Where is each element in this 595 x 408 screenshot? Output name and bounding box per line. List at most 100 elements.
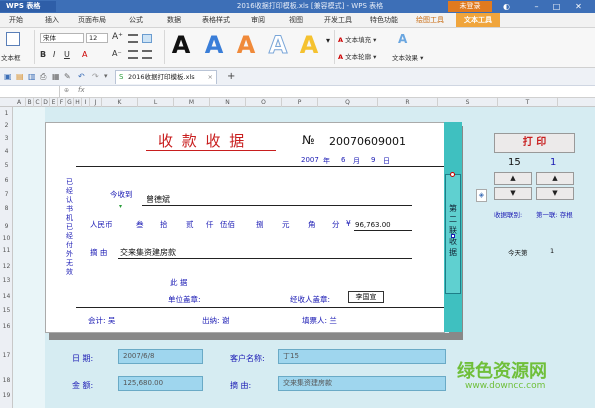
align-center-icon[interactable] <box>142 50 152 59</box>
new-tab-icon[interactable]: + <box>227 71 235 82</box>
row-header-5[interactable]: 5 <box>0 162 13 169</box>
wordart-style-5[interactable]: A <box>298 31 320 59</box>
column-header-g[interactable]: G <box>66 98 74 107</box>
italic-button[interactable]: I <box>53 50 55 59</box>
column-header-k[interactable]: K <box>102 98 138 107</box>
wordart-style-1[interactable]: A <box>170 31 192 59</box>
row-header-19[interactable]: 19 <box>0 392 13 399</box>
menu-view[interactable]: 视图 <box>282 13 310 27</box>
row-header-3[interactable]: 3 <box>0 135 13 142</box>
column-header-a[interactable]: A <box>13 98 26 107</box>
open-file-icon[interactable]: ▤ <box>16 72 24 81</box>
menu-start[interactable]: 开始 <box>2 13 30 27</box>
font-grow-icon[interactable]: A⁺ <box>112 32 123 42</box>
row-header-4[interactable]: 4 <box>0 148 13 155</box>
wordart-style-2[interactable]: A <box>203 31 225 59</box>
menu-review[interactable]: 审阅 <box>244 13 272 27</box>
row-header-7[interactable]: 7 <box>0 191 13 198</box>
save-icon[interactable]: ▥ <box>28 72 36 81</box>
close-icon[interactable]: ✕ <box>572 1 585 12</box>
wordart-style-3[interactable]: A <box>235 31 257 59</box>
menu-special[interactable]: 特色功能 <box>364 13 404 27</box>
app-menu-button[interactable]: WPS 表格 <box>0 1 56 12</box>
print-icon[interactable]: ⎙ <box>40 72 46 82</box>
maximize-icon[interactable]: □ <box>550 1 563 12</box>
menu-page-layout[interactable]: 页面布局 <box>72 13 112 27</box>
print-button[interactable]: 打 印 <box>494 133 575 153</box>
textbox-icon[interactable] <box>6 32 20 46</box>
column-header-n[interactable]: N <box>210 98 246 107</box>
column-header-t[interactable]: T <box>498 98 558 107</box>
font-name-select[interactable]: 宋体 <box>40 33 84 43</box>
resize-handle-icon[interactable] <box>451 234 455 238</box>
column-header-b[interactable]: B <box>26 98 34 107</box>
row-header-13[interactable]: 13 <box>0 277 13 284</box>
rotate-handle-icon[interactable] <box>450 172 455 177</box>
text-outline-button[interactable]: A 文本轮廓 ▾ <box>338 51 376 61</box>
column-header-c[interactable]: C <box>34 98 42 107</box>
row-header-6[interactable]: 6 <box>0 177 13 184</box>
row-header-8[interactable]: 8 <box>0 205 13 212</box>
column-header-s[interactable]: S <box>438 98 498 107</box>
row-header-12[interactable]: 12 <box>0 263 13 270</box>
login-button[interactable]: 未登录 <box>448 1 492 12</box>
row-header-18[interactable]: 18 <box>0 377 13 384</box>
fx-icon[interactable]: fx <box>78 86 85 94</box>
gallery-expand-icon[interactable]: ▾ <box>326 36 330 45</box>
row-header-11[interactable]: 11 <box>0 247 13 254</box>
menu-formula[interactable]: 公式 <box>122 13 150 27</box>
row-header-10[interactable]: 10 <box>0 235 13 242</box>
column-header-q[interactable]: Q <box>318 98 378 107</box>
menu-table-style[interactable]: 表格样式 <box>196 13 236 27</box>
redo-icon[interactable]: ↷ <box>92 72 99 81</box>
wordart-style-4[interactable]: A <box>267 31 289 60</box>
column-header-l[interactable]: L <box>138 98 174 107</box>
menu-text-tools[interactable]: 文本工具 <box>456 13 500 27</box>
qat-dropdown-icon[interactable]: ▾ <box>104 72 108 80</box>
close-tab-icon[interactable]: × <box>208 71 213 84</box>
layout-options-icon[interactable]: ◈ <box>476 189 487 202</box>
form-date-input[interactable]: 2007/6/8 <box>118 349 203 364</box>
align-top-icon[interactable] <box>128 34 138 43</box>
align-left-icon[interactable] <box>128 50 138 59</box>
column-header-i[interactable]: I <box>82 98 90 107</box>
text-effect-button[interactable]: 文本效果 ▾ <box>392 52 423 62</box>
text-fill-button[interactable]: A 文本填充 ▾ <box>338 34 376 44</box>
column-header-j[interactable]: J <box>90 98 102 107</box>
formula-input[interactable] <box>95 86 595 97</box>
column-header-r[interactable]: R <box>378 98 438 107</box>
bold-button[interactable]: B <box>40 50 46 59</box>
row-header-16[interactable]: 16 <box>0 323 13 330</box>
copies-down-button[interactable]: ▼ <box>494 187 532 200</box>
align-middle-icon[interactable] <box>142 34 152 43</box>
page-up-button[interactable]: ▲ <box>536 172 574 185</box>
underline-button[interactable]: U <box>64 50 70 59</box>
form-amount-input[interactable]: 125,680.00 <box>118 376 203 391</box>
column-header-p[interactable]: P <box>282 98 318 107</box>
format-painter-icon[interactable]: ✎ <box>64 72 71 81</box>
font-size-select[interactable]: 12 <box>86 33 108 43</box>
row-header-1[interactable]: 1 <box>0 110 13 117</box>
form-reason-input[interactable]: 交来集资建房款 <box>278 376 446 391</box>
skin-icon[interactable]: ◐ <box>500 1 513 12</box>
menu-data[interactable]: 数据 <box>160 13 188 27</box>
row-header-9[interactable]: 9 <box>0 223 13 230</box>
menu-insert[interactable]: 插入 <box>38 13 66 27</box>
column-header-o[interactable]: O <box>246 98 282 107</box>
column-header-m[interactable]: M <box>174 98 210 107</box>
preview-icon[interactable]: ▦ <box>52 72 60 81</box>
undo-icon[interactable]: ↶ <box>78 72 85 81</box>
column-header-h[interactable]: H <box>74 98 82 107</box>
column-header-d[interactable]: D <box>42 98 50 107</box>
row-header-15[interactable]: 15 <box>0 307 13 314</box>
font-color-button[interactable]: A <box>82 50 87 59</box>
name-box[interactable] <box>0 86 60 97</box>
new-file-icon[interactable]: ▣ <box>4 72 12 81</box>
file-tab[interactable]: S 2016收据打印模板.xls × <box>115 70 217 84</box>
textbox-label[interactable]: 文本框 <box>1 52 21 62</box>
copies-up-button[interactable]: ▲ <box>494 172 532 185</box>
menu-dev-tools[interactable]: 开发工具 <box>318 13 358 27</box>
minimize-icon[interactable]: – <box>530 1 543 12</box>
column-header-e[interactable]: E <box>50 98 58 107</box>
row-header-17[interactable]: 17 <box>0 352 13 359</box>
